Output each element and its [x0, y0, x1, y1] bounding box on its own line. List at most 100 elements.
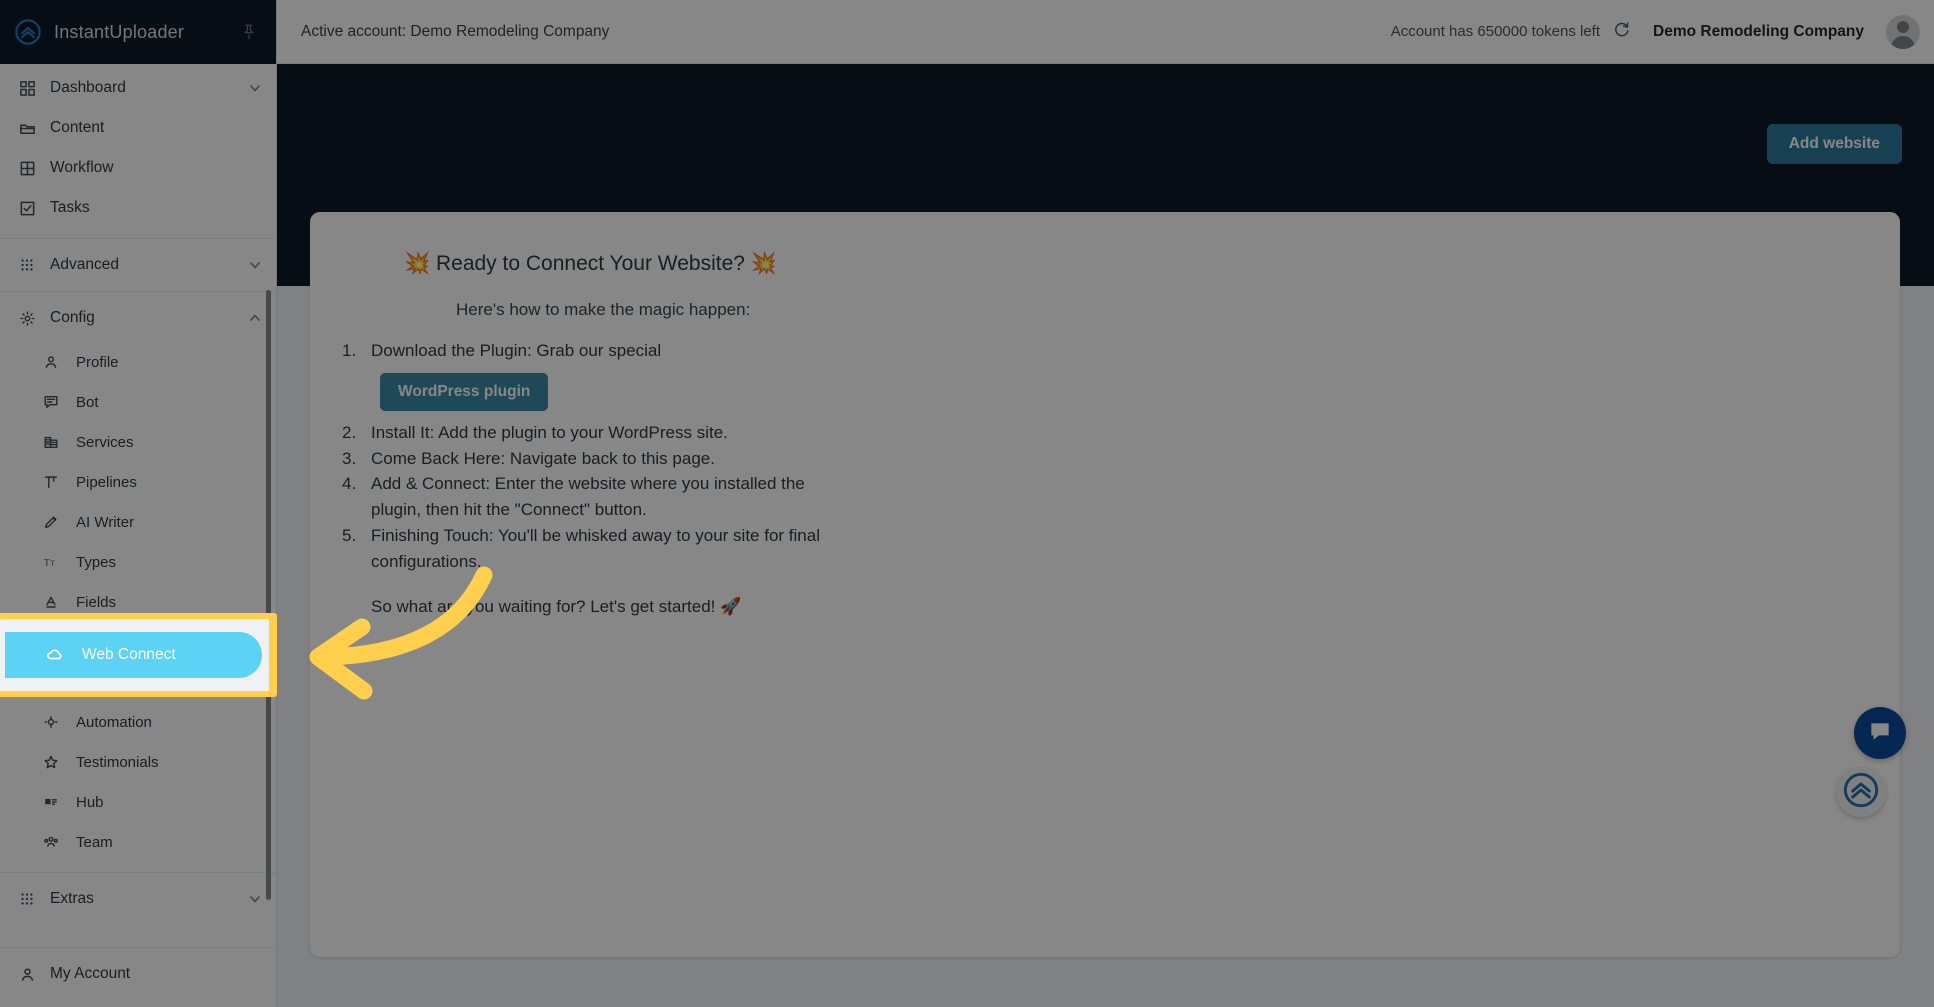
token-balance-label: Account has 650000 tokens left — [1390, 23, 1600, 40]
scroll-to-top-button[interactable] — [1836, 767, 1886, 817]
sidebar-scrollbar[interactable] — [266, 290, 271, 900]
people-group-icon — [42, 833, 60, 851]
sidebar-group-label: Config — [50, 309, 95, 326]
apps-dots-icon — [18, 890, 36, 908]
checkbox-icon — [18, 199, 36, 217]
sidebar-item-label: Pipelines — [76, 473, 137, 491]
sidebar-item-types[interactable]: T T Types — [0, 542, 276, 582]
sidebar-item-services[interactable]: Services — [0, 422, 276, 462]
sidebar-item-web-connect-active[interactable]: Web Connect — [5, 632, 262, 678]
sidebar-item-label: My Account — [50, 965, 131, 982]
chat-widget-button[interactable] — [1854, 707, 1906, 759]
sidebar-item-logout[interactable]: Logout — [0, 994, 276, 1007]
chevron-down-icon — [248, 892, 262, 906]
svg-text:T: T — [44, 558, 50, 569]
grid-dashboard-icon — [18, 79, 36, 97]
sidebar-item-label: Profile — [76, 353, 119, 371]
pipeline-icon — [42, 473, 60, 491]
sidebar-item-label: AI Writer — [76, 513, 135, 531]
sidebar-divider — [0, 872, 276, 873]
sidebar-divider — [0, 238, 276, 239]
cloud-icon — [45, 645, 65, 665]
sidebar-brand[interactable]: InstantUploader — [0, 0, 276, 64]
sidebar-item-workflow[interactable]: Workflow — [0, 148, 276, 188]
list-item: Come Back Here: Navigate back to this pa… — [342, 446, 715, 472]
pushpin-icon[interactable] — [240, 23, 258, 41]
sidebar-item-ai-writer[interactable]: AI Writer — [0, 502, 276, 542]
apps-dots-icon — [18, 256, 36, 274]
sidebar-item-label: Bot — [76, 393, 99, 411]
sidebar-item-tasks[interactable]: Tasks — [0, 188, 276, 228]
token-balance: Account has 650000 tokens left — [1391, 20, 1631, 43]
sidebar-group-advanced[interactable]: Advanced — [0, 245, 276, 285]
sidebar-item-label: Fields — [76, 593, 117, 611]
sidebar-item-label: Tasks — [50, 199, 90, 216]
list-item: Finishing Touch: You'll be whisked away … — [342, 523, 820, 571]
sidebar-divider — [0, 291, 276, 292]
sidebar-group-label: Extras — [50, 890, 94, 907]
avatar-body — [1891, 35, 1915, 49]
card-inner: 💥 Ready to Connect Your Website? 💥 Here'… — [310, 252, 1900, 617]
sidebar-item-testimonials[interactable]: Testimonials — [0, 742, 276, 782]
chevron-down-icon — [248, 81, 262, 95]
active-account-label: Active account: Demo Remodeling Company — [301, 22, 610, 40]
sidebar-item-profile[interactable]: Profile — [0, 342, 276, 382]
avatar-head — [1897, 20, 1909, 33]
sidebar-item-bot[interactable]: Bot — [0, 382, 276, 422]
card-list-icon — [42, 793, 60, 811]
card-subtitle: Here's how to make the magic happen: — [456, 300, 751, 319]
sidebar-item-label: Testimonials — [76, 753, 159, 771]
brand-name: InstantUploader — [54, 21, 185, 42]
chat-bubble-icon — [1867, 718, 1893, 749]
sidebar-item-label: Team — [76, 833, 113, 851]
chevron-up-icon — [248, 311, 262, 325]
table-grid-icon — [18, 159, 36, 177]
sidebar-item-label: Dashboard — [50, 79, 126, 96]
sidebar-group-extras[interactable]: Extras — [0, 879, 276, 919]
star-icon — [42, 753, 60, 771]
pencil-icon — [42, 513, 60, 531]
chevron-down-icon — [248, 258, 262, 272]
sidebar-scroll-area[interactable]: Dashboard Content Workflow Tasks Advance… — [0, 64, 276, 1007]
sidebar-divider — [0, 947, 276, 948]
list-item: Install It: Add the plugin to your WordP… — [342, 420, 728, 446]
sidebar-item-dashboard[interactable]: Dashboard — [0, 68, 276, 108]
list-item: Download the Plugin: Grab our special Wo… — [342, 338, 842, 420]
refresh-icon[interactable] — [1612, 20, 1631, 43]
sidebar-primary-section: Dashboard Content Workflow Tasks — [0, 64, 276, 232]
steps-list: Download the Plugin: Grab our special Wo… — [328, 338, 1900, 575]
sidebar-item-team[interactable]: Team — [0, 822, 276, 862]
svg-text:T: T — [51, 560, 56, 568]
person-icon — [42, 353, 60, 371]
folder-icon — [18, 119, 36, 137]
sidebar-item-hub[interactable]: Hub — [0, 782, 276, 822]
sidebar-item-pipelines[interactable]: Pipelines — [0, 462, 276, 502]
list-item: Add & Connect: Enter the website where y… — [342, 471, 805, 520]
sidebar-item-label: Web Connect — [82, 646, 176, 663]
add-website-button[interactable]: Add website — [1766, 124, 1902, 164]
sidebar: InstantUploader Dashboard Content Workfl… — [0, 0, 277, 1007]
sidebar-item-label: Workflow — [50, 159, 114, 176]
chevrons-up-circle-icon — [1841, 770, 1881, 815]
card-outro-text: So what are you waiting for? Let's get s… — [371, 596, 742, 616]
highlight-annotation-box: Web Connect — [0, 613, 277, 697]
topbar: Active account: Demo Remodeling Company … — [277, 0, 1934, 64]
sidebar-item-label: Types — [76, 553, 117, 571]
sidebar-item-automation[interactable]: Automation — [0, 702, 276, 742]
page-title: 💥 Ready to Connect Your Website? 💥 — [404, 252, 777, 275]
text-format-icon: T T — [42, 553, 60, 571]
topbar-right-group: Account has 650000 tokens left Demo Remo… — [1391, 14, 1920, 49]
sidebar-item-my-account[interactable]: My Account — [0, 954, 276, 994]
sidebar-item-content[interactable]: Content — [0, 108, 276, 148]
step-text: Download the Plugin: Grab our special — [371, 341, 662, 360]
avatar[interactable] — [1886, 14, 1920, 49]
highlight-inner-surface: Web Connect — [0, 619, 269, 691]
app-root: InstantUploader Dashboard Content Workfl… — [0, 0, 1934, 1007]
sidebar-item-label: Automation — [76, 713, 152, 731]
wordpress-plugin-button[interactable]: WordPress plugin — [380, 372, 549, 411]
chevrons-up-circle-icon — [14, 18, 42, 46]
sidebar-item-label: Hub — [76, 793, 104, 811]
connect-website-card: 💥 Ready to Connect Your Website? 💥 Here'… — [310, 212, 1900, 957]
sidebar-config-items: Profile Bot Services Pipelines AI Writer… — [0, 338, 276, 866]
sidebar-group-config[interactable]: Config — [0, 298, 276, 338]
